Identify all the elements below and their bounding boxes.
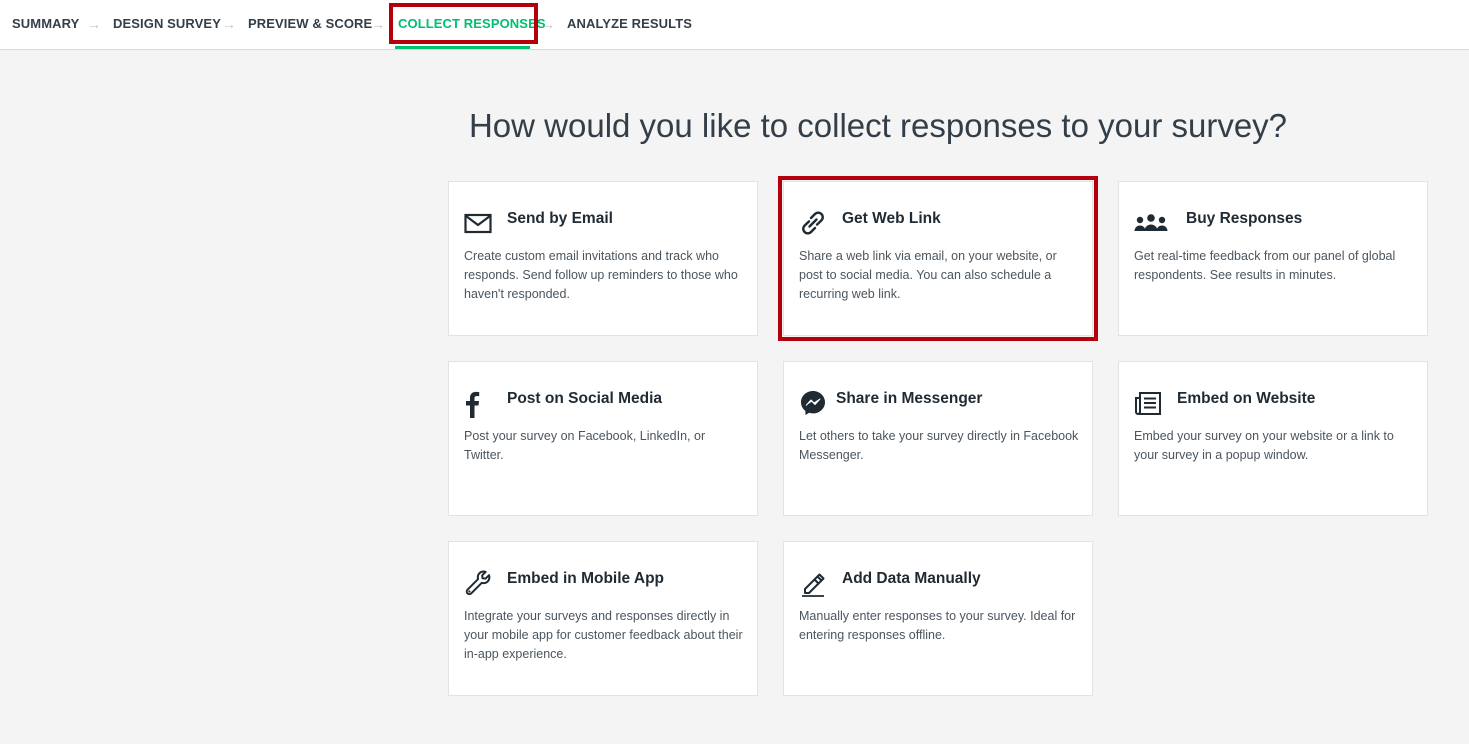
tab-preview-score[interactable]: PREVIEW & SCORE bbox=[248, 16, 372, 32]
card-description: Embed your survey on your website or a l… bbox=[1134, 429, 1394, 462]
webpage-embed-icon bbox=[1134, 389, 1162, 417]
card-title: Share in Messenger bbox=[836, 390, 983, 407]
card-title: Post on Social Media bbox=[507, 390, 663, 407]
step-arrow-icon: → bbox=[371, 16, 385, 32]
card-embed-in-mobile-app[interactable]: Embed in Mobile App Integrate your surve… bbox=[448, 541, 758, 696]
step-arrow-icon: → bbox=[87, 16, 101, 32]
highlight-box-collect-responses bbox=[389, 3, 538, 44]
step-arrow-icon: → bbox=[222, 16, 236, 32]
card-description: Integrate your surveys and responses dir… bbox=[464, 609, 743, 661]
highlight-box-get-web-link bbox=[778, 176, 1098, 341]
tab-analyze-results[interactable]: ANALYZE RESULTS bbox=[567, 16, 692, 32]
tab-summary[interactable]: SUMMARY bbox=[12, 16, 79, 32]
wrench-icon bbox=[464, 569, 492, 597]
page-title: How would you like to collect responses … bbox=[468, 107, 1288, 144]
pencil-icon bbox=[799, 569, 827, 597]
messenger-icon bbox=[799, 389, 827, 417]
step-arrow-icon: → bbox=[541, 16, 555, 32]
card-title: Embed in Mobile App bbox=[507, 570, 665, 587]
card-buy-responses[interactable]: Buy Responses Get real-time feedback fro… bbox=[1118, 181, 1428, 336]
card-title: Buy Responses bbox=[1186, 210, 1303, 227]
top-navigation: SUMMARY → DESIGN SURVEY → PREVIEW & SCOR… bbox=[0, 0, 1469, 50]
people-group-icon bbox=[1134, 209, 1168, 237]
active-tab-indicator bbox=[395, 46, 530, 49]
card-description: Manually enter responses to your survey.… bbox=[799, 609, 1076, 642]
card-description: Post your survey on Facebook, LinkedIn, … bbox=[464, 429, 706, 462]
card-post-on-social-media[interactable]: Post on Social Media Post your survey on… bbox=[448, 361, 758, 516]
card-description: Let others to take your survey directly … bbox=[799, 429, 1079, 462]
card-embed-on-website[interactable]: Embed on Website Embed your survey on yo… bbox=[1118, 361, 1428, 516]
card-share-in-messenger[interactable]: Share in Messenger Let others to take yo… bbox=[783, 361, 1093, 516]
card-description: Get real-time feedback from our panel of… bbox=[1134, 249, 1396, 282]
card-description: Create custom email invitations and trac… bbox=[464, 249, 738, 301]
tab-design-survey[interactable]: DESIGN SURVEY bbox=[113, 16, 221, 32]
card-add-data-manually[interactable]: Add Data Manually Manually enter respons… bbox=[783, 541, 1093, 696]
card-title: Embed on Website bbox=[1177, 390, 1316, 407]
envelope-icon bbox=[464, 209, 492, 237]
card-title: Add Data Manually bbox=[842, 570, 981, 587]
card-title: Send by Email bbox=[507, 210, 613, 227]
card-send-by-email[interactable]: Send by Email Create custom email invita… bbox=[448, 181, 758, 336]
facebook-icon bbox=[464, 390, 486, 418]
